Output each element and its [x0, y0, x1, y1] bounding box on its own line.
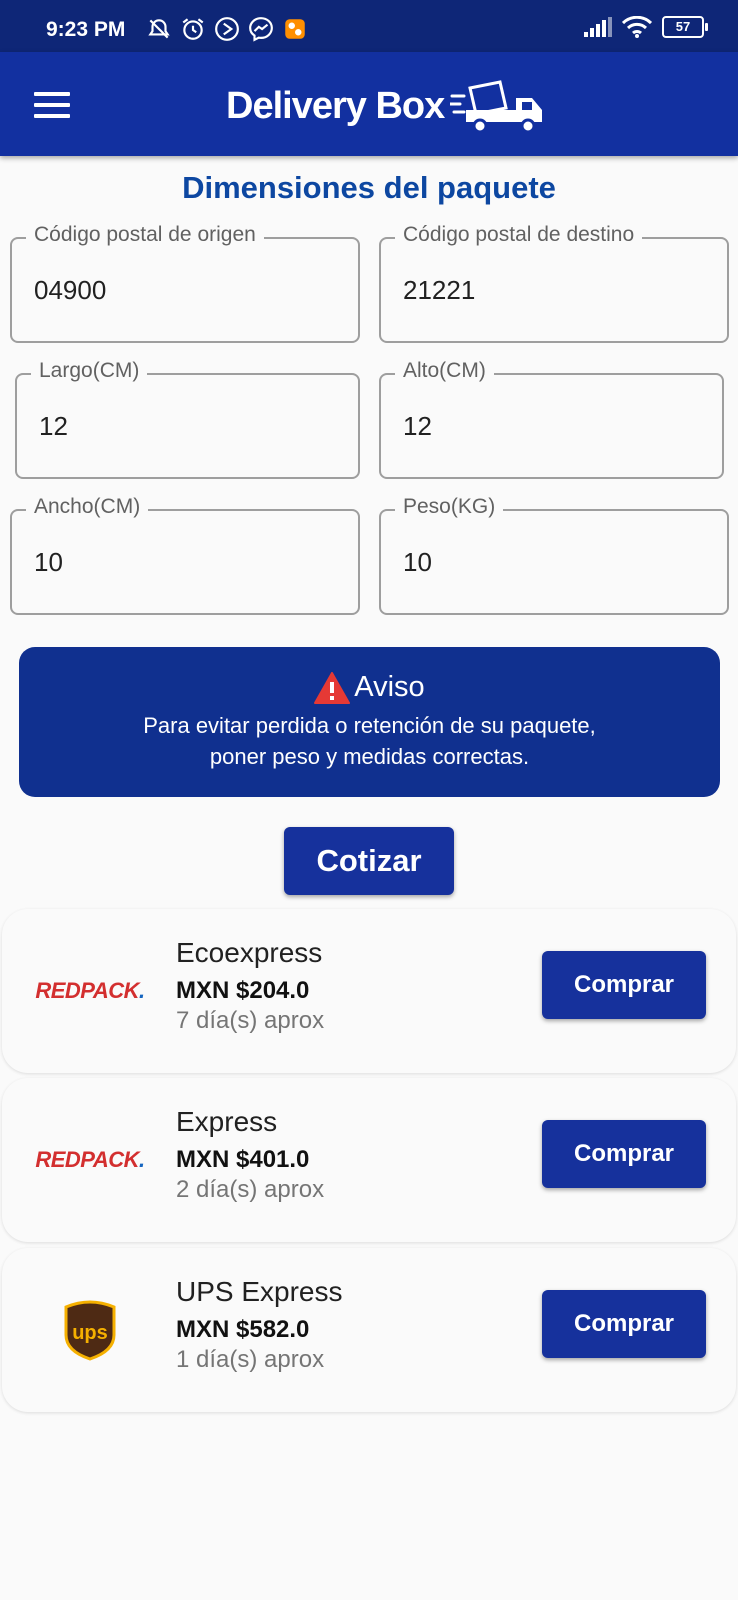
height-field[interactable]: Alto(CM) 12	[379, 359, 724, 479]
origin-postal-code-value[interactable]: 04900	[34, 275, 106, 306]
status-bar: 9:23 PM 57	[0, 0, 738, 52]
service-name: Express	[176, 1106, 278, 1137]
delivery-truck-icon	[450, 80, 543, 134]
width-field[interactable]: Ancho(CM) 10	[10, 495, 360, 615]
warning-notice: Aviso Para evitar perdida o retención de…	[19, 647, 720, 797]
warning-icon	[314, 671, 351, 704]
width-label: Ancho(CM)	[26, 495, 149, 519]
result-card: ups UPS Express MXN $582.0 1 día(s) apro…	[2, 1248, 736, 1412]
brand-name: Delivery Box	[226, 84, 445, 127]
carrier-logo-text: REDPACK	[35, 1147, 140, 1172]
page-title: Dimensiones del paquete	[182, 170, 556, 205]
navigation-icon	[215, 17, 239, 41]
height-label: Alto(CM)	[395, 359, 494, 383]
result-card: REDPACK. Ecoexpress MXN $204.0 7 día(s) …	[2, 909, 736, 1073]
muted-alarm-icon	[148, 19, 170, 39]
notification-icons	[146, 16, 308, 42]
width-value[interactable]: 10	[34, 547, 63, 578]
service-name: UPS Express	[176, 1276, 343, 1307]
ups-logo: ups	[30, 1300, 150, 1361]
carrier-logo-text: REDPACK	[35, 978, 140, 1003]
brand-logo: Delivery Box	[226, 78, 546, 134]
buy-button[interactable]: Comprar	[542, 951, 706, 1019]
notice-message: Para evitar perdida o retención de su pa…	[19, 710, 720, 772]
height-value[interactable]: 12	[403, 411, 432, 442]
carrier-logo-dot: .	[139, 978, 145, 1003]
carrier-logo-dot: .	[139, 1147, 145, 1172]
notice-line-2: poner peso y medidas correctas.	[209, 744, 530, 769]
weight-field[interactable]: Peso(KG) 10	[379, 495, 729, 615]
quote-button[interactable]: Cotizar	[284, 827, 454, 895]
service-delivery-time: 2 día(s) aprox	[176, 1176, 325, 1203]
destination-postal-code-field[interactable]: Código postal de destino 21221	[379, 223, 729, 343]
service-price: MXN $401.0	[176, 1146, 310, 1173]
video-app-icon	[285, 19, 305, 39]
service-price: MXN $204.0	[176, 977, 310, 1004]
battery-icon: 57	[662, 16, 708, 38]
redpack-logo: REDPACK.	[30, 965, 150, 1017]
signal-icon	[584, 17, 612, 37]
buy-button[interactable]: Comprar	[542, 1120, 706, 1188]
origin-postal-code-field[interactable]: Código postal de origen 04900	[10, 223, 360, 343]
destination-postal-code-value[interactable]: 21221	[403, 275, 475, 306]
alarm-icon	[182, 18, 204, 40]
messenger-icon	[249, 17, 273, 42]
redpack-logo: REDPACK.	[30, 1134, 150, 1186]
system-icons: 57	[584, 16, 708, 38]
notice-title: Aviso	[354, 671, 425, 703]
buy-button[interactable]: Comprar	[542, 1290, 706, 1358]
app-bar: Delivery Box	[0, 52, 738, 156]
result-card: REDPACK. Express MXN $401.0 2 día(s) apr…	[2, 1078, 736, 1242]
notice-line-1: Para evitar perdida o retención de su pa…	[143, 713, 596, 738]
status-time: 9:23 PM	[46, 18, 126, 41]
length-label: Largo(CM)	[31, 359, 148, 383]
service-price: MXN $582.0	[176, 1316, 310, 1343]
service-delivery-time: 7 día(s) aprox	[176, 1007, 325, 1034]
weight-value[interactable]: 10	[403, 547, 432, 578]
destination-postal-code-label: Código postal de destino	[395, 223, 643, 247]
weight-label: Peso(KG)	[395, 495, 504, 519]
menu-icon[interactable]	[34, 92, 70, 118]
length-field[interactable]: Largo(CM) 12	[15, 359, 360, 479]
service-name: Ecoexpress	[176, 937, 323, 968]
service-delivery-time: 1 día(s) aprox	[176, 1346, 325, 1373]
origin-postal-code-label: Código postal de origen	[26, 223, 264, 247]
wifi-icon	[622, 16, 652, 38]
length-value[interactable]: 12	[39, 411, 68, 442]
ups-shield-icon: ups	[64, 1300, 116, 1361]
carrier-logo-text: ups	[72, 1322, 108, 1344]
notice-header: Aviso	[19, 671, 720, 704]
